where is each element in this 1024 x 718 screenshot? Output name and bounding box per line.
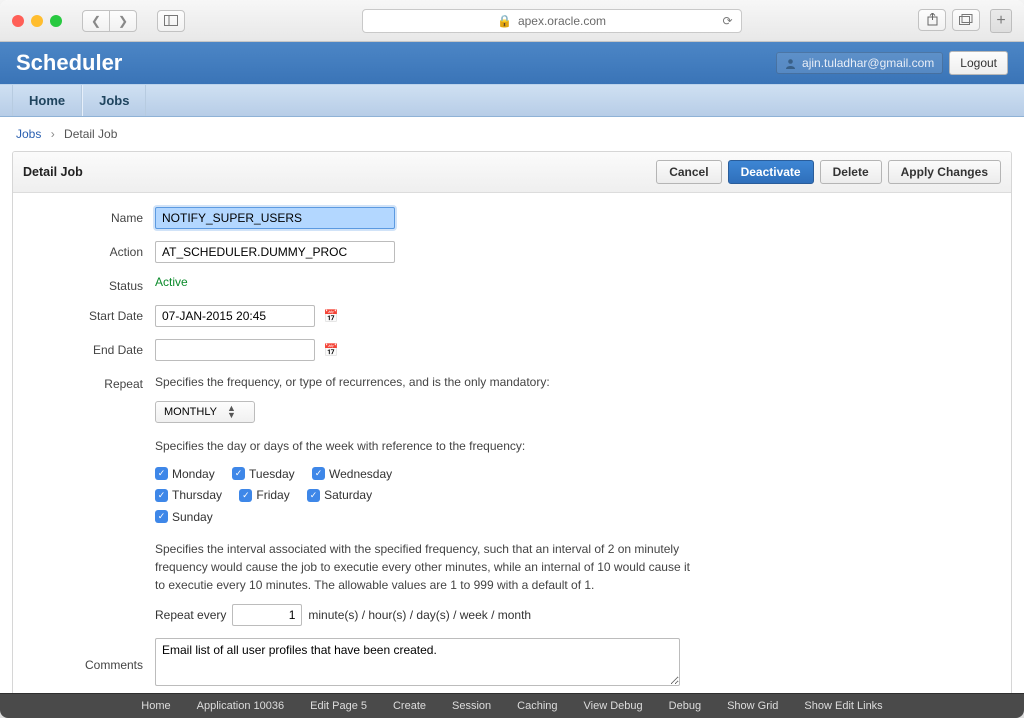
repeat-prefix: Repeat every [155, 608, 226, 622]
interval-input[interactable] [232, 604, 302, 626]
window-controls [12, 15, 62, 27]
end-date-input[interactable] [155, 339, 315, 361]
devbar-caching[interactable]: Caching [517, 700, 557, 712]
devbar-edit-page[interactable]: Edit Page 5 [310, 700, 367, 712]
devbar-show-edit-links[interactable]: Show Edit Links [804, 700, 882, 712]
reload-icon[interactable]: ⟳ [722, 14, 732, 28]
back-button[interactable]: ❮ [82, 10, 110, 32]
app-header: Scheduler ajin.tuladhar@gmail.com Logout [0, 42, 1024, 84]
devbar-session[interactable]: Session [452, 700, 491, 712]
end-date-picker-button[interactable]: 📅 [321, 340, 341, 360]
label-name: Name [23, 207, 155, 225]
share-button[interactable] [918, 9, 946, 31]
frequency-select-value: MONTHLY [164, 406, 217, 418]
devbar-debug[interactable]: Debug [669, 700, 701, 712]
day-tuesday[interactable]: ✓Tuesday [232, 467, 295, 481]
checkbox-checked-icon: ✓ [307, 489, 320, 502]
frequency-select[interactable]: MONTHLY ▲▼ [155, 401, 255, 423]
developer-toolbar: Home Application 10036 Edit Page 5 Creat… [0, 693, 1024, 718]
checkbox-checked-icon: ✓ [312, 467, 325, 480]
browser-toolbar: ❮ ❯ 🔒 apex.oracle.com ⟳ + [0, 0, 1024, 42]
delete-button[interactable]: Delete [820, 160, 882, 184]
sidebar-toggle-button[interactable] [157, 10, 185, 32]
calendar-icon: 📅 [324, 343, 339, 357]
devbar-application[interactable]: Application 10036 [197, 700, 284, 712]
devbar-view-debug[interactable]: View Debug [584, 700, 643, 712]
day-thursday[interactable]: ✓Thursday [155, 488, 222, 502]
tab-home[interactable]: Home [12, 85, 82, 116]
tab-jobs[interactable]: Jobs [82, 85, 146, 116]
day-saturday[interactable]: ✓Saturday [307, 488, 372, 502]
start-date-input[interactable] [155, 305, 315, 327]
help-interval: Specifies the interval associated with t… [155, 540, 695, 594]
address-bar[interactable]: 🔒 apex.oracle.com ⟳ [362, 9, 742, 33]
checkbox-checked-icon: ✓ [155, 489, 168, 502]
address-text: apex.oracle.com [518, 14, 606, 28]
detail-job-region: Detail Job Cancel Deactivate Delete Appl… [12, 151, 1012, 693]
chevron-right-icon: › [51, 127, 55, 141]
label-comments: Comments [23, 638, 155, 672]
label-status: Status [23, 275, 155, 293]
devbar-home[interactable]: Home [141, 700, 170, 712]
calendar-icon: 📅 [324, 309, 339, 323]
region-title: Detail Job [23, 165, 83, 179]
label-repeat: Repeat [23, 373, 155, 391]
devbar-show-grid[interactable]: Show Grid [727, 700, 778, 712]
help-frequency: Specifies the frequency, or type of recu… [155, 373, 695, 391]
tabs-icon [959, 14, 973, 25]
checkbox-checked-icon: ✓ [155, 510, 168, 523]
day-wednesday[interactable]: ✓Wednesday [312, 467, 392, 481]
close-window-icon[interactable] [12, 15, 24, 27]
app-title: Scheduler [16, 50, 122, 76]
breadcrumb-jobs-link[interactable]: Jobs [16, 127, 41, 141]
repeat-suffix: minute(s) / hour(s) / day(s) / week / mo… [308, 608, 531, 622]
start-date-picker-button[interactable]: 📅 [321, 306, 341, 326]
action-input[interactable] [155, 241, 395, 263]
day-sunday[interactable]: ✓Sunday [155, 510, 213, 524]
checkbox-checked-icon: ✓ [232, 467, 245, 480]
main-nav: Home Jobs [0, 84, 1024, 117]
sidebar-icon [164, 15, 178, 26]
new-tab-button[interactable]: + [990, 9, 1012, 33]
chevron-updown-icon: ▲▼ [227, 405, 236, 419]
breadcrumb-current: Detail Job [64, 127, 117, 141]
minimize-window-icon[interactable] [31, 15, 43, 27]
label-start-date: Start Date [23, 305, 155, 323]
label-end-date: End Date [23, 339, 155, 357]
help-days: Specifies the day or days of the week wi… [155, 437, 695, 455]
status-value: Active [155, 275, 188, 289]
forward-button[interactable]: ❯ [109, 10, 137, 32]
checkbox-checked-icon: ✓ [239, 489, 252, 502]
label-action: Action [23, 241, 155, 259]
lock-icon: 🔒 [497, 14, 512, 28]
nav-buttons: ❮ ❯ [82, 10, 137, 32]
user-chip[interactable]: ajin.tuladhar@gmail.com [776, 52, 943, 74]
name-input[interactable] [155, 207, 395, 229]
user-icon [785, 58, 796, 69]
day-monday[interactable]: ✓Monday [155, 467, 215, 481]
user-email: ajin.tuladhar@gmail.com [802, 56, 934, 70]
maximize-window-icon[interactable] [50, 15, 62, 27]
devbar-create[interactable]: Create [393, 700, 426, 712]
deactivate-button[interactable]: Deactivate [728, 160, 814, 184]
apply-changes-button[interactable]: Apply Changes [888, 160, 1001, 184]
comments-textarea[interactable] [155, 638, 680, 686]
logout-button[interactable]: Logout [949, 51, 1008, 75]
breadcrumb: Jobs › Detail Job [0, 117, 1024, 151]
share-icon [927, 13, 938, 26]
day-friday[interactable]: ✓Friday [239, 488, 289, 502]
checkbox-checked-icon: ✓ [155, 467, 168, 480]
tabs-button[interactable] [952, 9, 980, 31]
cancel-button[interactable]: Cancel [656, 160, 721, 184]
